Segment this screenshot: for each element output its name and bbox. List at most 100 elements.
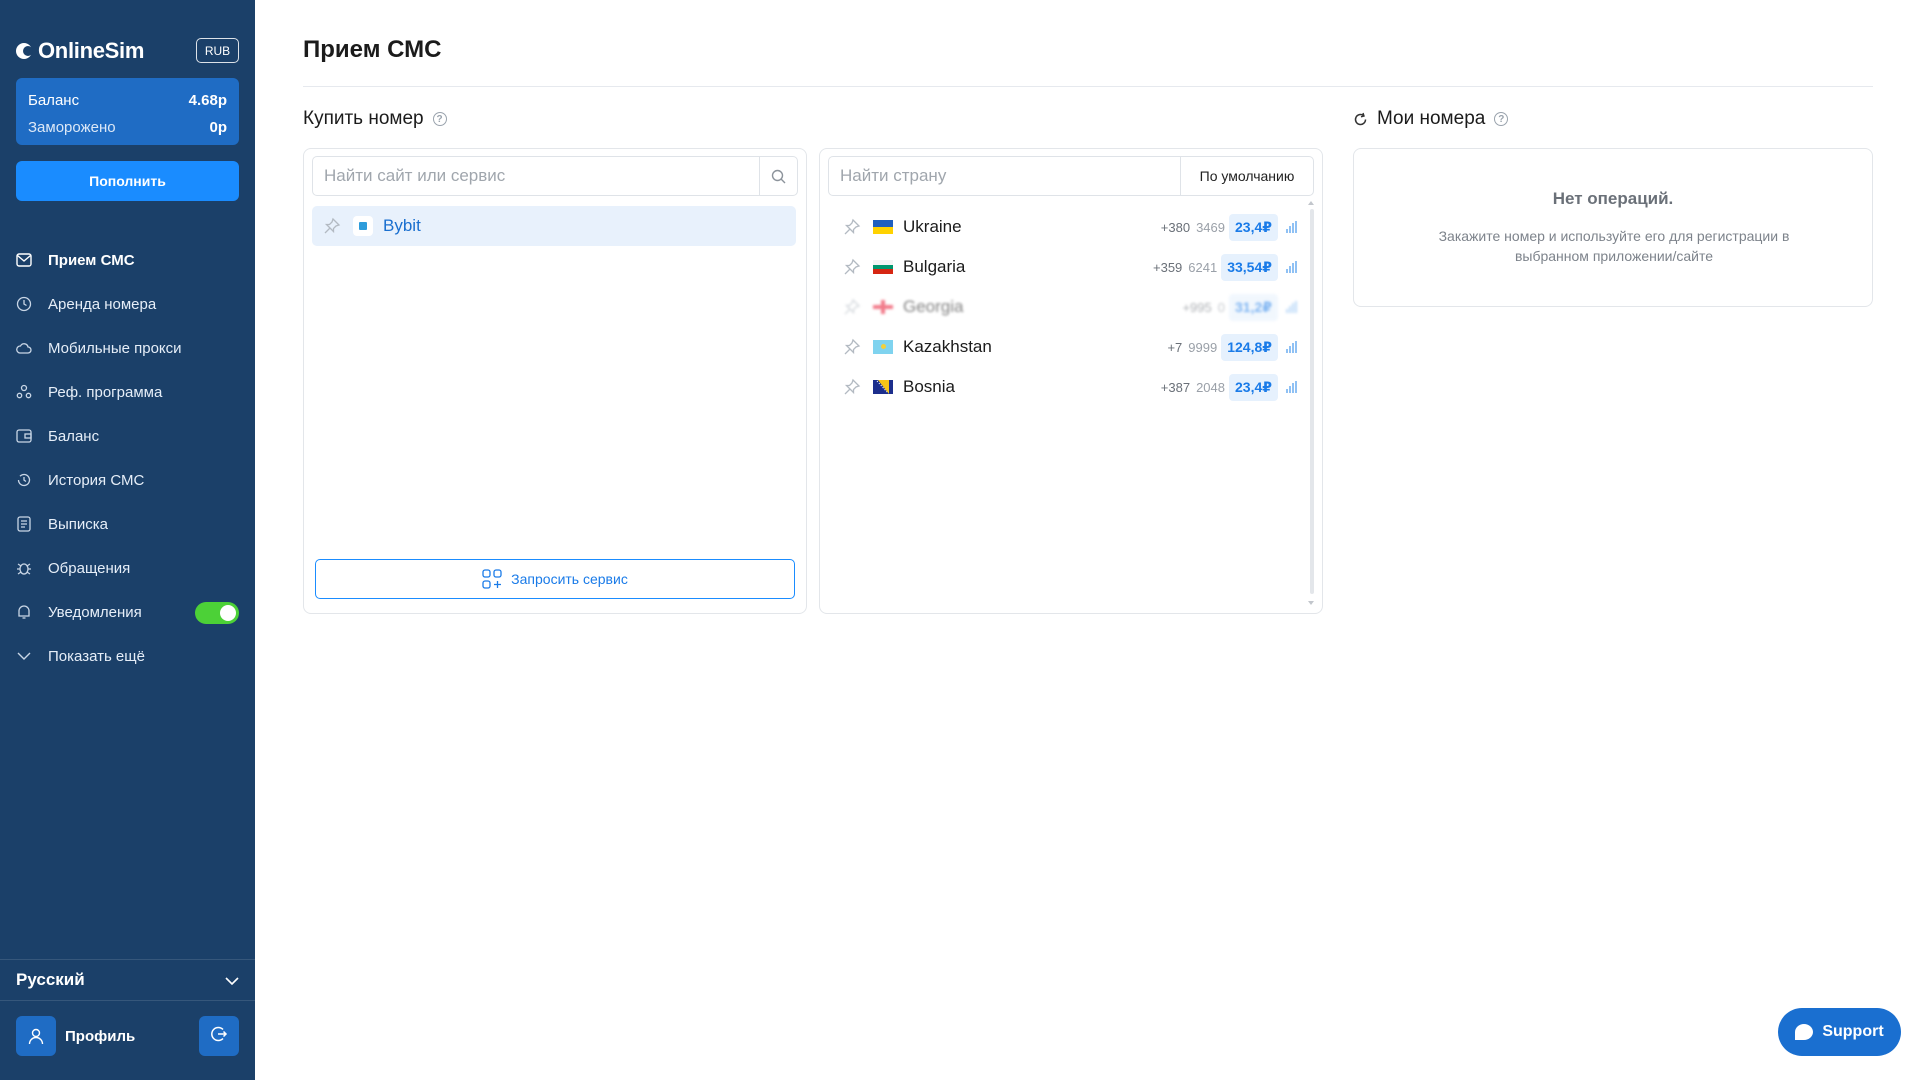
pin-icon[interactable] — [842, 377, 862, 397]
logout-button[interactable] — [199, 1016, 239, 1056]
number-count: 3469 — [1196, 219, 1225, 235]
country-code: +380 — [1160, 219, 1191, 235]
request-service-button[interactable]: Запросить сервис — [315, 559, 795, 599]
country-search-input[interactable] — [829, 157, 1181, 195]
service-search-input[interactable] — [313, 157, 759, 195]
sidebar-item-history[interactable]: История СМС — [0, 458, 255, 502]
empty-state-title: Нет операций. — [1552, 189, 1674, 208]
georgia-flag-icon — [873, 300, 893, 314]
chat-bubble-icon — [1795, 1024, 1814, 1040]
sidebar-item-label: Показать ещё — [48, 647, 145, 665]
help-icon[interactable]: ? — [1494, 112, 1509, 126]
pin-icon[interactable] — [842, 337, 862, 357]
price-badge[interactable]: 23,4₽ — [1229, 213, 1278, 241]
user-icon — [16, 1016, 56, 1056]
countries-scrollbar[interactable] — [1310, 209, 1314, 594]
service-item-bybit[interactable]: Bybit — [312, 206, 796, 246]
topup-button[interactable]: Пополнить — [16, 161, 239, 201]
sidebar-item-referral[interactable]: Реф. программа — [0, 370, 255, 414]
sidebar-item-label: Выписка — [48, 515, 109, 533]
title-divider — [303, 86, 1873, 87]
bug-icon — [16, 560, 32, 576]
sidebar-item-label: Уведомления — [48, 603, 142, 621]
balance-value: 4.68р — [188, 92, 227, 109]
country-row-bulgaria[interactable]: Bulgaria +359 6241 33,54₽ — [828, 248, 1306, 286]
request-service-label: Запросить сервис — [511, 571, 628, 587]
buy-number-heading: Купить номер ? — [303, 108, 447, 130]
price-badge[interactable]: 33,54₽ — [1221, 253, 1278, 281]
support-label: Support — [1822, 1023, 1884, 1040]
profile-label: Профиль — [65, 1027, 136, 1045]
sidebar-item-label: Аренда номера — [48, 295, 157, 313]
country-row-bosnia[interactable]: Bosnia +387 2048 23,4₽ — [828, 368, 1306, 406]
services-panel: Bybit Запросить сервис — [303, 148, 807, 614]
price-badge[interactable]: 23,4₽ — [1229, 373, 1278, 401]
scroll-down-arrow[interactable] — [1308, 601, 1314, 605]
add-grid-icon — [482, 569, 502, 589]
sidebar-item-label: Баланс — [48, 427, 100, 445]
help-icon[interactable]: ? — [432, 112, 447, 126]
currency-selector[interactable]: RUB — [196, 38, 239, 63]
kazakhstan-flag-icon — [873, 340, 893, 354]
page-title: Прием СМС — [303, 36, 442, 63]
price-badge[interactable]: 124,8₽ — [1221, 333, 1278, 361]
sidebar-item-tickets[interactable]: Обращения — [0, 546, 255, 590]
pin-icon[interactable] — [322, 216, 342, 236]
sidebar-item-proxy[interactable]: Мобильные прокси — [0, 326, 255, 370]
price-badge: 31,2₽ — [1229, 293, 1278, 321]
country-search — [828, 156, 1182, 196]
sidebar-item-show-more[interactable]: Показать ещё — [0, 634, 255, 678]
balance-label: Баланс — [28, 92, 80, 109]
sidebar-item-statement[interactable]: Выписка — [0, 502, 255, 546]
language-label: Русский — [16, 970, 85, 989]
signal-bars-icon — [1286, 261, 1300, 273]
country-row-ukraine[interactable]: Ukraine +380 3469 23,4₽ — [828, 208, 1306, 246]
country-row-kazakhstan[interactable]: Kazakhstan +7 9999 124,8₽ — [828, 328, 1306, 366]
my-numbers-title: Мои номера — [1377, 108, 1486, 129]
profile-link[interactable]: Профиль — [16, 1016, 135, 1056]
brand-name: OnlineSim — [38, 38, 145, 63]
balance-card[interactable]: Баланс 4.68р Заморожено 0р — [16, 78, 239, 145]
country-name: Kazakhstan — [903, 337, 992, 356]
countries-panel: По умолчанию Ukraine +380 3469 23,4₽ — [819, 148, 1323, 614]
signal-bars-icon — [1286, 221, 1300, 233]
refresh-icon[interactable] — [1353, 112, 1368, 127]
search-icon[interactable] — [759, 157, 797, 195]
sidebar-item-balance[interactable]: Баланс — [0, 414, 255, 458]
bosnia-flag-icon — [873, 380, 893, 394]
country-row-georgia: Georgia +995 0 31,2₽ — [828, 288, 1306, 326]
sort-select[interactable]: По умолчанию — [1180, 156, 1314, 196]
signal-bars-icon — [1286, 381, 1300, 393]
sidebar-item-notifications[interactable]: Уведомления — [0, 590, 255, 634]
bybit-logo-icon — [353, 216, 373, 236]
sidebar-item-label: Мобильные прокси — [48, 339, 182, 357]
sidebar-nav: Прием СМС Аренда номера Мобильные прокси… — [0, 238, 255, 678]
country-name: Ukraine — [903, 217, 962, 236]
ukraine-flag-icon — [873, 220, 893, 234]
sidebar-item-sms[interactable]: Прием СМС — [0, 238, 255, 282]
my-numbers-panel: Нет операций. Закажите номер и используй… — [1353, 148, 1873, 307]
support-button[interactable]: Support — [1778, 1008, 1901, 1056]
sidebar-divider — [0, 1000, 255, 1001]
country-code: +387 — [1160, 379, 1191, 395]
number-count: 6241 — [1188, 259, 1218, 275]
language-select[interactable]: Русский — [16, 966, 239, 994]
empty-state-text: Закажите номер и используйте его для рег… — [1438, 228, 1790, 264]
sidebar-item-label: Прием СМС — [48, 251, 135, 269]
balance-row: Баланс 4.68р — [28, 87, 227, 114]
document-icon — [16, 516, 32, 532]
pin-icon[interactable] — [842, 217, 862, 237]
service-name: Bybit — [383, 216, 421, 235]
pin-icon[interactable] — [842, 257, 862, 277]
scroll-up-arrow[interactable] — [1308, 201, 1314, 205]
buy-number-title: Купить номер — [303, 108, 424, 129]
sidebar-item-rent[interactable]: Аренда номера — [0, 282, 255, 326]
frozen-row: Заморожено 0р — [28, 114, 227, 141]
frozen-value: 0р — [209, 119, 227, 136]
notifications-toggle[interactable] — [195, 602, 239, 624]
onlinesim-logo-icon — [16, 43, 36, 59]
country-code: +359 — [1153, 259, 1183, 275]
brand-logo[interactable]: OnlineSim — [16, 36, 144, 66]
sidebar-divider — [0, 959, 255, 960]
bulgaria-flag-icon — [873, 260, 893, 274]
